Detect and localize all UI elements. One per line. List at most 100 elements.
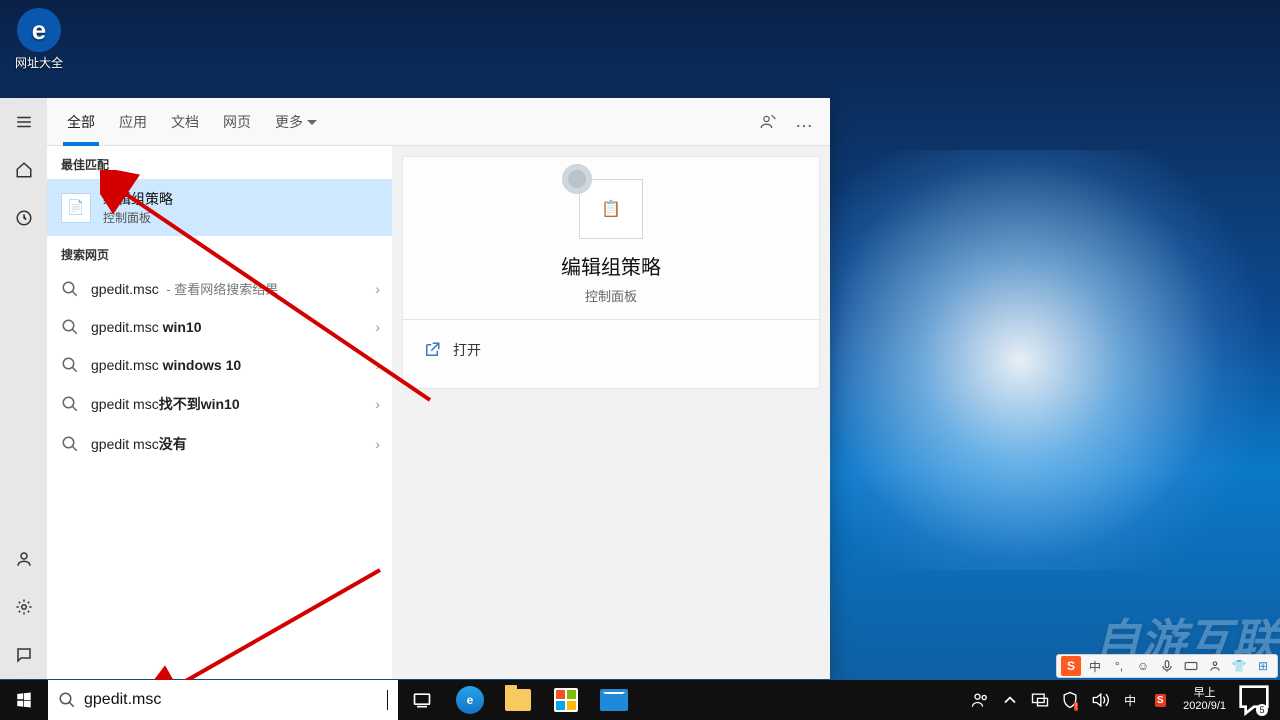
- open-icon: [423, 341, 441, 359]
- results-column: 最佳匹配 📄 编辑组策略 控制面板 搜索网页 gpedit.msc - 查看网络…: [47, 146, 392, 679]
- tab-all[interactable]: 全部: [55, 98, 107, 146]
- action-open[interactable]: 打开: [421, 334, 801, 366]
- tab-apps[interactable]: 应用: [107, 98, 159, 146]
- ime-logo-icon: S: [1061, 656, 1081, 676]
- chevron-down-icon: [307, 120, 317, 130]
- search-icon: [61, 280, 79, 298]
- chat-icon: [15, 646, 33, 664]
- chevron-right-icon: ›: [375, 436, 380, 452]
- clock-time: 早上: [1194, 687, 1216, 700]
- person-feedback-icon: [759, 113, 777, 131]
- tray-sogou[interactable]: S: [1145, 694, 1175, 707]
- ime-emoji-icon[interactable]: ☺: [1133, 656, 1153, 676]
- tab-web[interactable]: 网页: [211, 98, 263, 146]
- ime-mic-icon[interactable]: [1157, 656, 1177, 676]
- tab-more[interactable]: 更多: [263, 98, 329, 146]
- divider: [403, 319, 819, 320]
- search-icon: [61, 318, 79, 336]
- search-icon: [61, 356, 79, 374]
- notification-icon: [1234, 680, 1274, 720]
- rail-home-button[interactable]: [0, 146, 47, 194]
- ime-skin-icon[interactable]: 👕: [1229, 656, 1249, 676]
- ime-toolbox-icon[interactable]: ⊞: [1253, 656, 1273, 676]
- clock-icon: [15, 209, 33, 227]
- web-result-text: gpedit msc找不到win10: [91, 394, 240, 414]
- web-result-text: gpedit.msc windows 10: [91, 357, 241, 373]
- taskbar: e ! 中 S 早上 2020/9/1 5: [0, 680, 1280, 720]
- taskbar-search-box[interactable]: [48, 680, 398, 720]
- volume-icon: [1090, 690, 1110, 710]
- app-edge[interactable]: e: [446, 680, 494, 720]
- search-input[interactable]: [84, 691, 379, 709]
- search-rail: [0, 98, 47, 679]
- tray-ime-lang[interactable]: 中: [1115, 692, 1145, 709]
- tray-overflow[interactable]: [995, 690, 1025, 710]
- mail-icon: [600, 689, 628, 711]
- chevron-right-icon: ›: [375, 319, 380, 335]
- web-result-text: gpedit.msc win10: [91, 319, 202, 335]
- app-store[interactable]: [542, 680, 590, 720]
- search-tabs: 全部 应用 文档 网页 更多: [47, 98, 830, 146]
- tray-project[interactable]: [1025, 690, 1055, 710]
- store-icon: [554, 688, 578, 712]
- ime-keyboard-icon[interactable]: [1181, 656, 1201, 676]
- rail-menu-button[interactable]: [0, 98, 47, 146]
- task-view-button[interactable]: [398, 680, 446, 720]
- tray-security[interactable]: !: [1055, 690, 1085, 710]
- clock-date: 2020/9/1: [1183, 700, 1226, 713]
- ime-lang[interactable]: 中: [1085, 656, 1105, 676]
- start-search-panel: 全部 应用 文档 网页 更多 最佳匹配 📄 编辑组策略 控制面板: [0, 98, 830, 679]
- search-panel-body: 全部 应用 文档 网页 更多 最佳匹配 📄 编辑组策略 控制面板: [47, 98, 830, 679]
- control-panel-icon: 📄: [61, 193, 91, 223]
- taskbar-pinned-apps: e: [398, 680, 638, 720]
- desktop-shortcut[interactable]: e 网址大全: [10, 8, 68, 71]
- ime-person-icon[interactable]: [1205, 656, 1225, 676]
- app-file-explorer[interactable]: [494, 680, 542, 720]
- rail-settings-button[interactable]: [0, 583, 47, 631]
- ime-punct-icon[interactable]: °,: [1109, 656, 1129, 676]
- gear-icon: [15, 598, 33, 616]
- screen-icon: [1030, 690, 1050, 710]
- best-match-subtitle: 控制面板: [103, 209, 173, 226]
- web-result-item[interactable]: gpedit msc找不到win10 ›: [47, 384, 392, 424]
- browser-icon: e: [17, 8, 61, 52]
- best-match-title: 编辑组策略: [103, 189, 173, 209]
- chevron-up-icon: [1000, 690, 1020, 710]
- search-icon: [58, 691, 76, 709]
- start-button[interactable]: [0, 680, 48, 720]
- ime-toolbar[interactable]: S 中 °, ☺ 👕 ⊞: [1056, 654, 1278, 678]
- best-match-item[interactable]: 📄 编辑组策略 控制面板: [47, 179, 392, 236]
- web-result-item[interactable]: gpedit.msc - 查看网络搜索结果›: [47, 269, 392, 308]
- people-icon: [970, 690, 990, 710]
- web-result-item[interactable]: gpedit.msc win10 ›: [47, 308, 392, 346]
- web-result-text: gpedit.msc - 查看网络搜索结果: [91, 279, 278, 298]
- notification-badge: 5: [1256, 704, 1268, 716]
- system-tray: ! 中 S 早上 2020/9/1 5: [965, 680, 1280, 720]
- tray-volume[interactable]: [1085, 690, 1115, 710]
- preview-title: 编辑组策略: [421, 251, 801, 280]
- feedback-button[interactable]: [750, 104, 786, 140]
- web-result-item[interactable]: gpedit msc没有 ›: [47, 424, 392, 464]
- web-result-item[interactable]: gpedit.msc windows 10 ›: [47, 346, 392, 384]
- web-result-text: gpedit msc没有: [91, 434, 187, 454]
- rail-account-button[interactable]: [0, 535, 47, 583]
- person-icon: [15, 550, 33, 568]
- rail-feedback-button[interactable]: [0, 631, 47, 679]
- chevron-right-icon: ›: [375, 357, 380, 373]
- section-web-search: 搜索网页: [47, 236, 392, 269]
- tab-documents[interactable]: 文档: [159, 98, 211, 146]
- section-best-match: 最佳匹配: [47, 146, 392, 179]
- sogou-icon: S: [1155, 694, 1166, 707]
- taskbar-clock[interactable]: 早上 2020/9/1: [1175, 687, 1234, 713]
- app-mail[interactable]: [590, 680, 638, 720]
- chevron-right-icon: ›: [375, 396, 380, 412]
- rail-recent-button[interactable]: [0, 194, 47, 242]
- task-view-icon: [412, 690, 432, 710]
- preview-icon: 📋: [579, 179, 643, 239]
- tray-people[interactable]: [965, 690, 995, 710]
- action-open-label: 打开: [453, 340, 481, 360]
- text-caret: [387, 690, 388, 710]
- action-center-button[interactable]: 5: [1234, 680, 1274, 720]
- tabs-overflow-button[interactable]: [786, 104, 822, 140]
- folder-icon: [505, 689, 531, 711]
